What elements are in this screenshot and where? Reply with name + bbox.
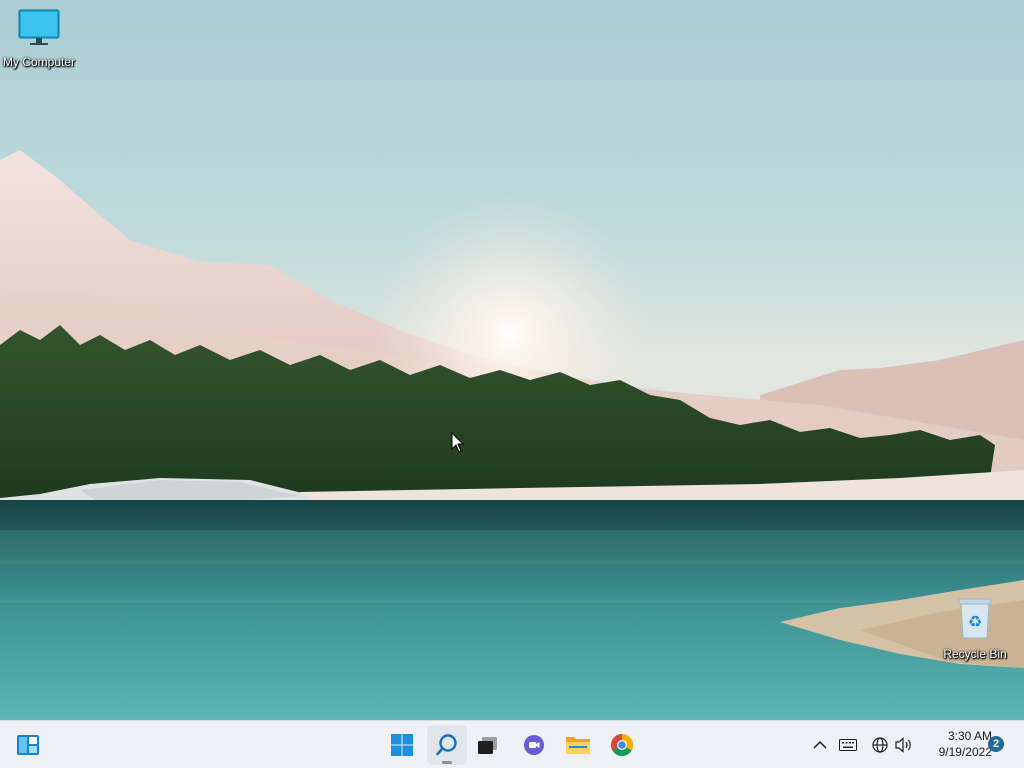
widgets-button[interactable] [8,725,48,765]
svg-text:♻: ♻ [968,612,982,631]
windows-logo-icon [391,734,413,756]
clock-date: 9/19/2022 [938,745,992,759]
desktop-wallpaper [0,0,1024,720]
folder-icon [566,737,590,754]
taskbar-clock[interactable]: 3:30 AM 9/19/2022 [920,728,992,760]
task-view-button[interactable] [468,725,508,765]
desktop-icon-label: Recycle Bin [943,647,1007,661]
search-icon [436,734,457,756]
chrome-button[interactable] [602,725,642,765]
network-icon [872,737,888,753]
clock-time: 3:30 AM [947,729,992,743]
desktop-icon-recycle-bin[interactable]: ♻ Recycle Bin [934,596,1016,661]
tray-keyboard-button[interactable] [836,721,860,769]
teams-chat-icon [524,735,544,755]
recycle-bin-icon: ♻ [958,598,992,639]
volume-icon [895,737,911,753]
search-button[interactable] [427,725,467,765]
chevron-up-icon [813,740,827,749]
widgets-icon [17,735,39,755]
task-view-icon [478,737,497,754]
keyboard-icon [839,739,857,751]
chat-button[interactable] [514,725,554,765]
chrome-icon [611,734,633,756]
tray-volume-button[interactable] [892,721,916,769]
tray-network-button[interactable] [868,721,892,769]
desktop-icon-label: My Computer [2,55,76,69]
notification-badge[interactable]: 2 [988,736,1004,752]
desktop-icon-my-computer[interactable]: My Computer [0,8,80,69]
start-button[interactable] [382,725,422,765]
mouse-cursor [451,432,465,453]
file-explorer-button[interactable] [558,725,598,765]
tray-overflow-button[interactable] [808,721,832,769]
monitor-icon [18,9,60,45]
taskbar: 3:30 AM 9/19/2022 [0,720,1024,768]
